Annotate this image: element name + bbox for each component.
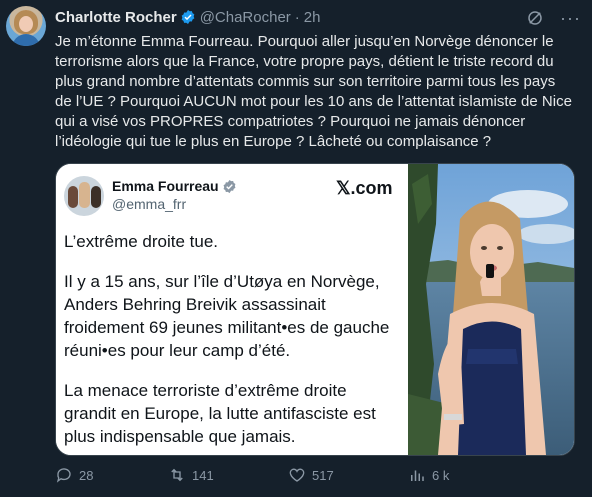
views-icon	[411, 470, 424, 481]
reply-icon	[56, 468, 71, 483]
quoted-text-body: L’extrême droite tue. Il y a 15 ans, sur…	[64, 230, 399, 455]
portrait-photo	[408, 164, 574, 455]
author-name[interactable]: Charlotte Rocher	[55, 9, 177, 26]
verified-badge-icon	[181, 10, 195, 24]
quoted-paragraph: L’extrême droite tue.	[64, 232, 219, 251]
repost-count: 141	[192, 467, 214, 483]
quoted-verified-icon	[223, 179, 236, 193]
separator: ·	[294, 8, 300, 26]
quoted-screenshot: Emma Fourreau @emma_frr 𝕏.com L’extrême …	[56, 164, 408, 455]
quoted-author-avatar	[64, 176, 104, 216]
repost-icon	[171, 468, 183, 482]
grok-icon[interactable]	[526, 9, 544, 27]
like-count: 517	[312, 467, 334, 483]
tweet-header: Charlotte Rocher @ChaRocher · 2h	[55, 7, 320, 27]
x-com-logo: 𝕏.com	[336, 178, 393, 198]
quoted-paragraph: La menace terroriste d’extrême droite gr…	[64, 381, 376, 446]
like-button[interactable]: 517	[288, 466, 334, 484]
author-avatar[interactable]	[6, 6, 46, 46]
repost-button[interactable]: 141	[168, 466, 214, 484]
more-icon[interactable]: ···	[560, 9, 581, 27]
quoted-author-handle: @emma_frr	[112, 196, 187, 212]
views-count: 6 k	[432, 467, 450, 483]
views-button[interactable]: 6 k	[408, 466, 449, 484]
like-icon	[289, 468, 305, 482]
quoted-author-name-row: Emma Fourreau	[112, 178, 237, 194]
timestamp[interactable]: 2h	[304, 9, 321, 26]
action-bar: 28 141 517 6 k	[55, 466, 585, 486]
quoted-paragraph: Il y a 15 ans, sur l’île d’Utøya en Norv…	[64, 272, 390, 360]
author-handle[interactable]: @ChaRocher	[200, 9, 291, 26]
reply-count: 28	[79, 467, 94, 483]
quoted-author-name: Emma Fourreau	[112, 178, 219, 194]
reply-button[interactable]: 28	[55, 466, 93, 484]
tweet-text: Je m’étonne Emma Fourreau. Pourquoi alle…	[55, 33, 572, 150]
quoted-image-card[interactable]: Emma Fourreau @emma_frr 𝕏.com L’extrême …	[55, 163, 575, 456]
